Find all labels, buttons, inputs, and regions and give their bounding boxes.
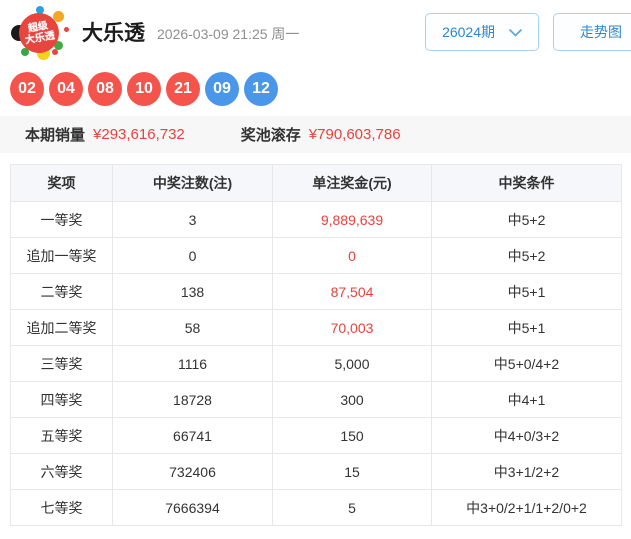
- win-condition: 中4+1: [431, 381, 622, 418]
- sales-value: ¥293,616,732: [93, 126, 185, 143]
- page-header: 超级 大乐透 大乐透 2026-03-09 21:25 周一 26024期 走势…: [0, 0, 631, 64]
- header-controls: 26024期 走势图: [425, 13, 631, 51]
- prize-amount: 15: [272, 453, 432, 490]
- logo-dot: [52, 49, 58, 55]
- col-header-winner-count: 中奖注数(注): [112, 164, 273, 202]
- winner-count: 138: [112, 273, 273, 310]
- winner-count: 18728: [112, 381, 273, 418]
- winner-count: 7666394: [112, 489, 273, 526]
- table-header-row: 奖项 中奖注数(注) 单注奖金(元) 中奖条件: [10, 164, 622, 202]
- sales-strip: 本期销量 ¥293,616,732 奖池滚存 ¥790,603,786: [0, 116, 631, 153]
- table-row: 追加二等奖 58 70,003 中5+1: [10, 309, 622, 346]
- front-ball: 10: [127, 72, 161, 106]
- winner-count: 1116: [112, 345, 273, 382]
- win-condition: 中5+2: [431, 201, 622, 238]
- col-header-prize-level: 奖项: [10, 164, 113, 202]
- winner-count: 3: [112, 201, 273, 238]
- win-condition: 中3+1/2+2: [431, 453, 622, 490]
- winning-numbers: 02 04 08 10 21 09 12: [0, 64, 631, 106]
- trend-chart-button-label: 走势图: [580, 24, 622, 40]
- logo-dot: [64, 27, 69, 32]
- col-header-prize-amount: 单注奖金(元): [272, 164, 432, 202]
- win-condition: 中4+0/3+2: [431, 417, 622, 454]
- prize-level: 二等奖: [10, 273, 113, 310]
- prize-amount: 5,000: [272, 345, 432, 382]
- front-ball: 02: [10, 72, 44, 106]
- chevron-down-icon: [509, 24, 522, 40]
- prize-table: 奖项 中奖注数(注) 单注奖金(元) 中奖条件 一等奖 3 9,889,639 …: [10, 164, 622, 526]
- winner-count: 66741: [112, 417, 273, 454]
- period-select[interactable]: 26024期: [425, 13, 539, 51]
- table-row: 追加一等奖 0 0 中5+2: [10, 237, 622, 274]
- win-condition: 中5+0/4+2: [431, 345, 622, 382]
- table-row: 三等奖 1116 5,000 中5+0/4+2: [10, 345, 622, 382]
- prize-pool: 奖池滚存 ¥790,603,786: [241, 124, 401, 145]
- prize-level: 追加一等奖: [10, 237, 113, 274]
- table-row: 一等奖 3 9,889,639 中5+2: [10, 201, 622, 238]
- prize-amount: 5: [272, 489, 432, 526]
- period-select-value: 26024期: [442, 24, 495, 40]
- winner-count: 0: [112, 237, 273, 274]
- pool-label: 奖池滚存: [240, 127, 301, 144]
- col-header-win-condition: 中奖条件: [431, 164, 622, 202]
- prize-amount: 300: [272, 381, 432, 418]
- prize-amount: 70,003: [272, 309, 432, 346]
- table-row: 五等奖 66741 150 中4+0/3+2: [10, 417, 622, 454]
- table-row: 七等奖 7666394 5 中3+0/2+1/1+2/0+2: [10, 489, 622, 526]
- pool-value: ¥790,603,786: [308, 126, 401, 143]
- win-condition: 中5+2: [431, 237, 622, 274]
- win-condition: 中3+0/2+1/1+2/0+2: [431, 489, 622, 526]
- prize-amount: 87,504: [272, 273, 432, 310]
- prize-level: 七等奖: [10, 489, 113, 526]
- win-condition: 中5+1: [431, 273, 622, 310]
- period-sales: 本期销量 ¥293,616,732: [25, 124, 185, 145]
- table-row: 六等奖 732406 15 中3+1/2+2: [10, 453, 622, 490]
- prize-level: 六等奖: [10, 453, 113, 490]
- table-row: 四等奖 18728 300 中4+1: [10, 381, 622, 418]
- winner-count: 732406: [112, 453, 273, 490]
- winner-count: 58: [112, 309, 273, 346]
- prize-amount: 150: [272, 417, 432, 454]
- front-ball: 08: [88, 72, 122, 106]
- prize-level: 一等奖: [10, 201, 113, 238]
- prize-amount: 9,889,639: [272, 201, 432, 238]
- draw-datetime: 2026-03-09 21:25 周一: [157, 25, 300, 42]
- prize-level: 四等奖: [10, 381, 113, 418]
- back-ball: 12: [244, 72, 278, 106]
- super-lotto-logo-icon: 超级 大乐透: [11, 5, 70, 60]
- page-title: 大乐透: [82, 22, 145, 45]
- front-ball: 21: [166, 72, 200, 106]
- table-row: 二等奖 138 87,504 中5+1: [10, 273, 622, 310]
- prize-level: 追加二等奖: [10, 309, 113, 346]
- front-ball: 04: [49, 72, 83, 106]
- prize-level: 五等奖: [10, 417, 113, 454]
- win-condition: 中5+1: [431, 309, 622, 346]
- sales-label: 本期销量: [25, 127, 86, 144]
- prize-amount: 0: [272, 237, 432, 274]
- trend-chart-button[interactable]: 走势图: [553, 13, 631, 51]
- prize-level: 三等奖: [10, 345, 113, 382]
- back-ball: 09: [205, 72, 239, 106]
